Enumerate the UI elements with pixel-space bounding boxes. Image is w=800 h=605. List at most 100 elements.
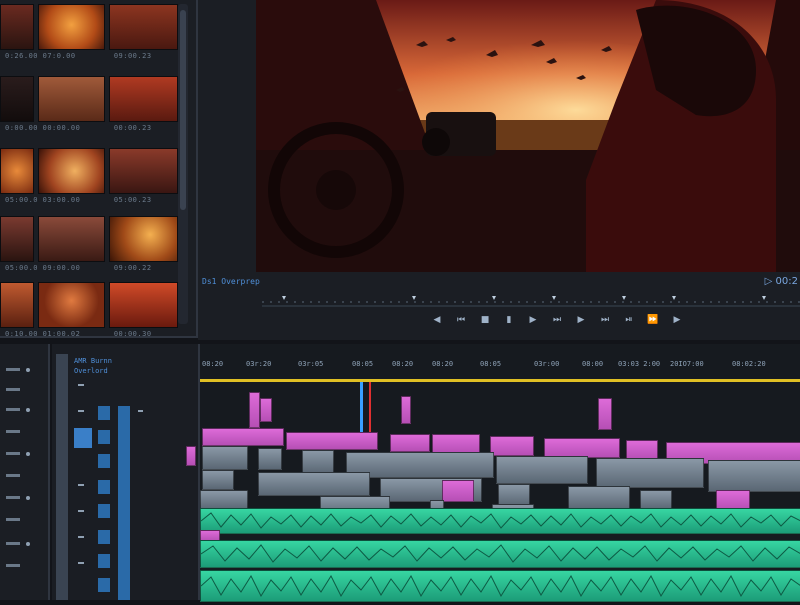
timeline-clip[interactable]: [598, 398, 612, 430]
timeline-clip[interactable]: [708, 460, 800, 492]
timeline-clip[interactable]: [496, 456, 588, 484]
transport-controls: ◀ ⏮ ■ ▮ ▶ ⏭ ▶ ⏭ ⏯ ⏩ ▶: [430, 310, 684, 330]
mark-in-icon[interactable]: ◀: [430, 313, 444, 327]
timeline-clip[interactable]: [401, 396, 411, 424]
track-headers-panel: AMR Burnn Overlord: [52, 344, 200, 600]
timeline-clip[interactable]: [258, 472, 370, 496]
timeline-clip[interactable]: [186, 446, 196, 466]
audio-clip[interactable]: [200, 508, 800, 534]
timeline-clip[interactable]: [202, 428, 284, 446]
frame-marker-icon[interactable]: ▮: [502, 313, 516, 327]
thumb-label: 09:00.00: [42, 264, 81, 272]
step-back-icon[interactable]: ⏮: [454, 313, 468, 327]
scrub-bar[interactable]: [262, 290, 800, 310]
media-thumbnail[interactable]: 09:00.00: [37, 216, 105, 272]
thumb-label: 00:00.30: [113, 330, 152, 338]
timeline-clip[interactable]: [302, 450, 334, 474]
media-row: 05:00.0 03:00.00 05:00.23: [0, 148, 178, 204]
media-scrollbar-thumb[interactable]: [180, 10, 186, 210]
timeline-clip[interactable]: [200, 490, 248, 510]
media-row: 05:00.0 09:00.00 09:00.22: [0, 216, 178, 272]
thumb-label: 07:0.00: [42, 52, 76, 60]
tools-panel: [0, 344, 50, 600]
media-thumbnail[interactable]: 00:00.23: [108, 76, 178, 132]
media-thumbnail[interactable]: 07:0.00: [37, 4, 105, 60]
media-thumbnail[interactable]: 09:00.22: [108, 216, 178, 272]
work-area-bar[interactable]: [200, 379, 800, 382]
timecode-display: ▷ 00:2: [764, 276, 798, 287]
scrub-bar-markers: [262, 296, 800, 307]
timeline-clip[interactable]: [432, 434, 480, 454]
media-thumbnail[interactable]: 01:00.02: [37, 282, 105, 338]
media-thumbnail[interactable]: 0:26.00: [0, 4, 38, 60]
ruler-tick-label: 03:03 2:00: [618, 360, 661, 368]
ruler-tick-label: 20IO7:00: [670, 360, 704, 368]
audio-clip[interactable]: [200, 540, 800, 568]
timeline-clip[interactable]: [490, 436, 534, 456]
ruler-tick-label: 08:20: [432, 360, 454, 368]
timeline-clip[interactable]: [286, 432, 378, 450]
stop-icon[interactable]: ■: [478, 313, 492, 327]
thumb-label: 03:00.00: [42, 196, 81, 204]
thumb-label: 05:00.0: [5, 196, 39, 204]
track-controls[interactable]: [52, 344, 198, 600]
timeline-clip[interactable]: [640, 490, 672, 510]
ruler-tick-label: 03r:00: [534, 360, 560, 368]
ruler-tick-label: 08:00: [582, 360, 604, 368]
timeline-clip[interactable]: [249, 392, 260, 428]
media-thumbnail[interactable]: 03:00.00: [37, 148, 105, 204]
mark-out-icon[interactable]: ▶: [670, 313, 684, 327]
go-to-end-icon[interactable]: ⏭: [598, 313, 612, 327]
audio-waveform: [200, 544, 800, 563]
timeline-clip[interactable]: [442, 480, 474, 502]
ruler-tick-label: 08:05: [480, 360, 502, 368]
thumb-label: 00:00.00: [42, 124, 81, 132]
thumb-label: 05:00.0: [5, 264, 39, 272]
media-thumbnail[interactable]: 05:00.23: [108, 148, 178, 204]
media-row: 0:00.00 00:00.00 00:00.23: [0, 76, 178, 132]
thumb-label: 05:00.23: [113, 196, 152, 204]
media-thumbnail[interactable]: 0:00.00: [0, 76, 38, 132]
ruler-tick-label: 08:20: [392, 360, 414, 368]
program-monitor-video[interactable]: [256, 0, 800, 272]
thumb-label: 0:26.00: [5, 52, 39, 60]
media-thumbnail[interactable]: 05:00.0: [0, 216, 38, 272]
ruler-tick-label: 08:20: [202, 360, 224, 368]
marker-line: [369, 382, 371, 432]
thumb-label: 09:00.22: [113, 264, 152, 272]
timeline-clip[interactable]: [498, 484, 530, 506]
media-thumbnail[interactable]: 0:10.00: [0, 282, 38, 338]
step-forward-icon[interactable]: ⏭: [550, 313, 564, 327]
media-thumbnail[interactable]: 00:00.30: [108, 282, 178, 338]
timeline-clip[interactable]: [596, 458, 704, 488]
thumb-label: 09:00.23: [113, 52, 152, 60]
audio-clip[interactable]: [200, 570, 800, 602]
audio-waveform: [200, 574, 800, 598]
timeline-clip[interactable]: [544, 438, 620, 458]
media-thumbnail[interactable]: 00:00.00: [37, 76, 105, 132]
media-thumbnail[interactable]: 05:00.0: [0, 148, 38, 204]
ruler-tick-label: 03r:20: [246, 360, 272, 368]
timeline-clip[interactable]: [258, 448, 282, 470]
timeline-ruler[interactable]: 08:20 03r:20 03r:05 08:05 08:20 08:20 08…: [200, 358, 800, 378]
timeline-clip[interactable]: [202, 470, 234, 490]
ruler-tick-label: 08:02:20: [732, 360, 766, 368]
ruler-tick-label: 03r:05: [298, 360, 324, 368]
timeline-clip[interactable]: [202, 446, 248, 470]
thumb-label: 00:00.23: [113, 124, 152, 132]
play-icon[interactable]: ▶: [526, 313, 540, 327]
media-thumbnail[interactable]: 09:00.23: [108, 4, 178, 60]
timeline-clip[interactable]: [626, 440, 658, 460]
next-edit-icon[interactable]: ⏩: [646, 313, 660, 327]
thumb-label: 0:10.00: [5, 330, 39, 338]
timeline-clip[interactable]: [260, 398, 272, 422]
timeline-clip[interactable]: [390, 434, 430, 452]
playhead-icon[interactable]: [360, 382, 363, 432]
timeline-clip[interactable]: [716, 490, 750, 510]
video-frame-image: [256, 0, 800, 272]
media-row: 0:10.00 01:00.02 00:00.30: [0, 282, 178, 338]
play-next-icon[interactable]: ▶: [574, 313, 588, 327]
loop-icon[interactable]: ⏯: [622, 313, 636, 327]
timeline-clip[interactable]: [568, 486, 630, 510]
thumb-label: 0:00.00: [5, 124, 39, 132]
